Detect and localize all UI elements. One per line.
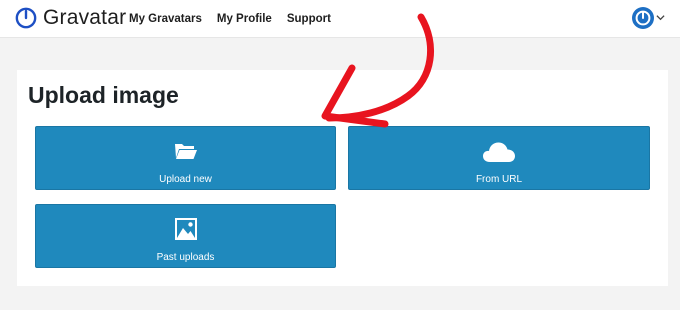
nav-support[interactable]: Support [287, 12, 331, 26]
from-url-label: From URL [475, 174, 523, 185]
past-uploads-label: Past uploads [156, 252, 215, 263]
cloud-icon [483, 142, 515, 162]
gravatar-logo-icon [15, 7, 37, 29]
upload-new-label: Upload new [159, 174, 212, 185]
brand-name: Gravatar [43, 6, 127, 29]
page-title: Upload image [28, 82, 179, 108]
upload-new-button[interactable]: Upload new [35, 126, 336, 190]
image-icon [174, 218, 197, 240]
past-uploads-button[interactable]: Past uploads [35, 204, 336, 268]
from-url-button[interactable]: From URL [348, 126, 650, 190]
chevron-down-icon[interactable] [656, 14, 665, 21]
nav-my-gravatars[interactable]: My Gravatars [129, 12, 202, 26]
top-navigation-bar: Gravatar My Gravatars My Profile Support [0, 0, 680, 38]
gravatar-logo[interactable]: Gravatar [15, 7, 126, 29]
main-nav: My Gravatars My Profile Support [129, 12, 346, 26]
nav-my-profile[interactable]: My Profile [217, 12, 272, 26]
account-avatar-icon[interactable] [632, 7, 654, 29]
folder-open-icon [174, 144, 197, 159]
